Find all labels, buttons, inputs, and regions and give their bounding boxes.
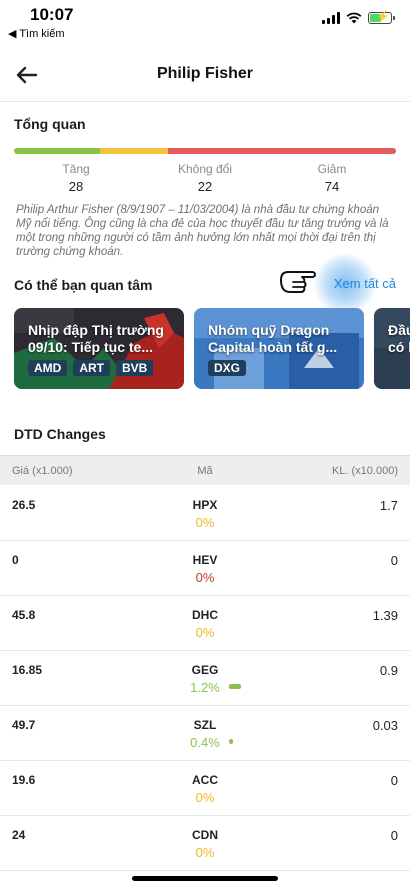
row-change: 0%: [195, 515, 215, 530]
news-card-tags: AMD ART BVB: [28, 360, 154, 376]
wifi-icon: [346, 12, 362, 24]
table-row[interactable]: 0 HEV 0% 0: [0, 541, 410, 596]
news-card-title: Đầu có l: [388, 322, 410, 355]
news-card-title: Nhịp đập Thị trường 09/10: Tiếp tục te..…: [28, 322, 164, 355]
stat-up: Tăng 28: [16, 162, 136, 194]
changes-table-header: Giá (x1.000) Mã KL. (x10.000): [0, 455, 410, 485]
change-bar: [229, 739, 233, 744]
row-stock-code: ACC: [192, 773, 218, 787]
news-cards: Nhịp đập Thị trường 09/10: Tiếp tục te..…: [14, 308, 410, 390]
stock-tag[interactable]: AMD: [28, 360, 68, 376]
table-row[interactable]: 26.5 HPX 0% 1.7: [0, 486, 410, 541]
stat-down-label: Giảm: [317, 162, 347, 176]
news-card-tags: DXG: [208, 360, 247, 376]
status-bar: 10:07 ◀ Tìm kiếm ⚡: [0, 0, 410, 44]
stat-up-value: 28: [68, 179, 84, 194]
table-row[interactable]: 24 CDN 0% 0: [0, 816, 410, 871]
row-volume: 1.7: [379, 498, 398, 513]
row-volume: 0: [390, 828, 398, 843]
row-change: 0.4%: [190, 735, 220, 750]
stat-flat-value: 22: [197, 179, 213, 194]
row-stock-code: CDN: [192, 828, 218, 842]
nav-bar: Philip Fisher: [0, 48, 410, 102]
row-change: 0%: [195, 845, 215, 860]
row-volume: 0: [390, 553, 398, 568]
stat-flat: Không đổi 22: [145, 162, 265, 194]
stock-tag[interactable]: DXG: [208, 360, 247, 376]
stat-flat-label: Không đổi: [177, 162, 233, 176]
investor-bio: Philip Arthur Fisher (8/9/1907 – 11/03/2…: [16, 204, 389, 258]
interest-title: Có thể bạn quan tâm: [14, 277, 153, 293]
volume-column-header: KL. (x10.000): [331, 465, 398, 477]
news-card[interactable]: Đầu có l: [374, 308, 410, 389]
page-title: Philip Fisher: [156, 65, 253, 82]
battery-icon: ⚡: [368, 11, 395, 24]
status-time: 10:07: [30, 5, 74, 24]
row-volume: 0.9: [379, 663, 398, 678]
table-row[interactable]: 16.85 GEG 1.2% 0.9: [0, 651, 410, 706]
row-stock-code: GEG: [191, 663, 219, 677]
stat-bar-up: [14, 148, 101, 154]
row-volume: 0.03: [372, 718, 398, 733]
up-flat-down-bar: [14, 148, 396, 154]
pointing-hand-icon: [280, 271, 316, 293]
row-stock-code: DHC: [192, 608, 218, 622]
changes-title: DTD Changes: [14, 426, 106, 442]
news-card[interactable]: Nhịp đập Thị trường 09/10: Tiếp tục te..…: [14, 308, 184, 389]
status-icons: ⚡: [322, 11, 395, 24]
overview-title: Tổng quan: [14, 116, 86, 132]
table-row[interactable]: 19.6 ACC 0% 0: [0, 761, 410, 816]
stat-down: Giảm 74: [272, 162, 392, 194]
row-stock-code: SZL: [193, 718, 217, 732]
stat-down-value: 74: [324, 179, 340, 194]
stat-bar-flat: [100, 148, 169, 154]
row-volume: 0: [390, 773, 398, 788]
stat-up-label: Tăng: [62, 162, 90, 176]
row-change: 0%: [195, 570, 215, 585]
table-row[interactable]: 49.7 SZL 0.4% 0.03: [0, 706, 410, 761]
news-card[interactable]: Nhóm quỹ Dragon Capital hoàn tất g... DX…: [194, 308, 364, 389]
row-change: 1.2%: [190, 680, 220, 695]
news-card-title: Nhóm quỹ Dragon Capital hoàn tất g...: [208, 322, 338, 355]
cellular-signal-icon: [322, 12, 340, 24]
stat-bar-down: [168, 148, 396, 154]
row-volume: 1.39: [372, 608, 398, 623]
back-to-search-link[interactable]: ◀ Tìm kiếm: [8, 27, 65, 40]
home-indicator: [132, 876, 278, 881]
row-change: 0%: [195, 790, 215, 805]
table-row[interactable]: 45.8 DHC 0% 1.39: [0, 596, 410, 651]
overview-stats: Tăng 28 Không đổi 22 Giảm 74: [14, 162, 396, 196]
row-stock-code: HEV: [192, 553, 218, 567]
row-change: 0%: [195, 625, 215, 640]
stock-tag[interactable]: ART: [73, 360, 110, 376]
stock-tag[interactable]: BVB: [116, 360, 154, 376]
row-stock-code: HPX: [192, 498, 218, 512]
change-bar: [229, 684, 241, 689]
see-all-link[interactable]: Xem tất cả: [334, 276, 396, 291]
